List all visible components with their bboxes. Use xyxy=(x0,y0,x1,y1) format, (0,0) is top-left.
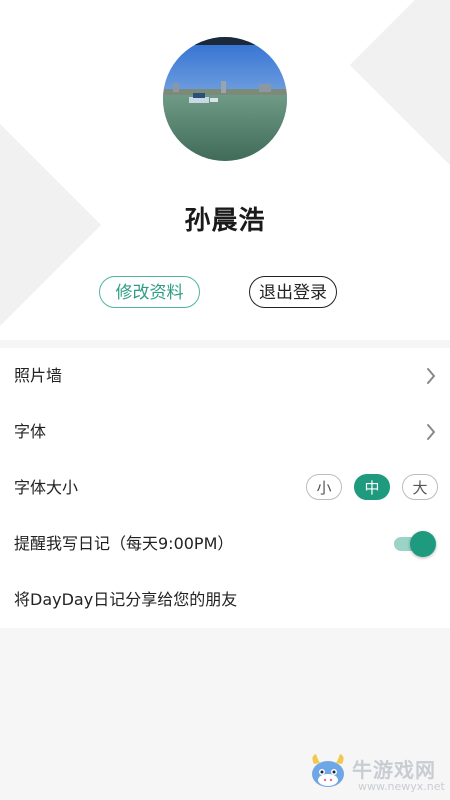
reminder-toggle[interactable] xyxy=(394,531,436,557)
font-size-item: 字体大小 小 中 大 xyxy=(0,460,450,516)
font-size-label: 字体大小 xyxy=(14,478,79,497)
toggle-knob xyxy=(410,531,436,557)
size-small-button[interactable]: 小 xyxy=(306,474,342,500)
share-item[interactable]: 将DayDay日记分享给您的朋友 xyxy=(0,572,450,628)
edit-profile-button[interactable]: 修改资料 xyxy=(99,276,200,308)
font-label: 字体 xyxy=(14,422,47,441)
photo-wall-label: 照片墙 xyxy=(14,366,63,385)
watermark-url: www.newyx.net xyxy=(358,780,445,793)
reminder-label: 提醒我写日记（每天9:00PM） xyxy=(14,534,234,553)
profile-header: 孙晨浩 修改资料 退出登录 xyxy=(0,0,450,340)
font-size-options: 小 中 大 xyxy=(306,474,438,500)
site-watermark: 牛游戏网 www.newyx.net xyxy=(300,748,450,800)
settings-list: 照片墙 字体 字体大小 小 中 大 提醒我写日记（每天9:00PM） 将DayD… xyxy=(0,348,450,628)
user-name: 孙晨浩 xyxy=(184,206,266,236)
decorative-shape xyxy=(349,0,450,186)
chevron-right-icon xyxy=(426,348,436,404)
font-item[interactable]: 字体 xyxy=(0,404,450,460)
reminder-item: 提醒我写日记（每天9:00PM） xyxy=(0,516,450,572)
size-large-button[interactable]: 大 xyxy=(402,474,438,500)
avatar[interactable] xyxy=(163,37,287,161)
photo-wall-item[interactable]: 照片墙 xyxy=(0,348,450,404)
size-medium-button[interactable]: 中 xyxy=(354,474,390,500)
cow-mascot-icon xyxy=(306,750,350,798)
watermark-name: 牛游戏网 xyxy=(352,758,436,782)
logout-button[interactable]: 退出登录 xyxy=(249,276,337,308)
share-label: 将DayDay日记分享给您的朋友 xyxy=(14,590,238,609)
chevron-right-icon xyxy=(426,404,436,460)
